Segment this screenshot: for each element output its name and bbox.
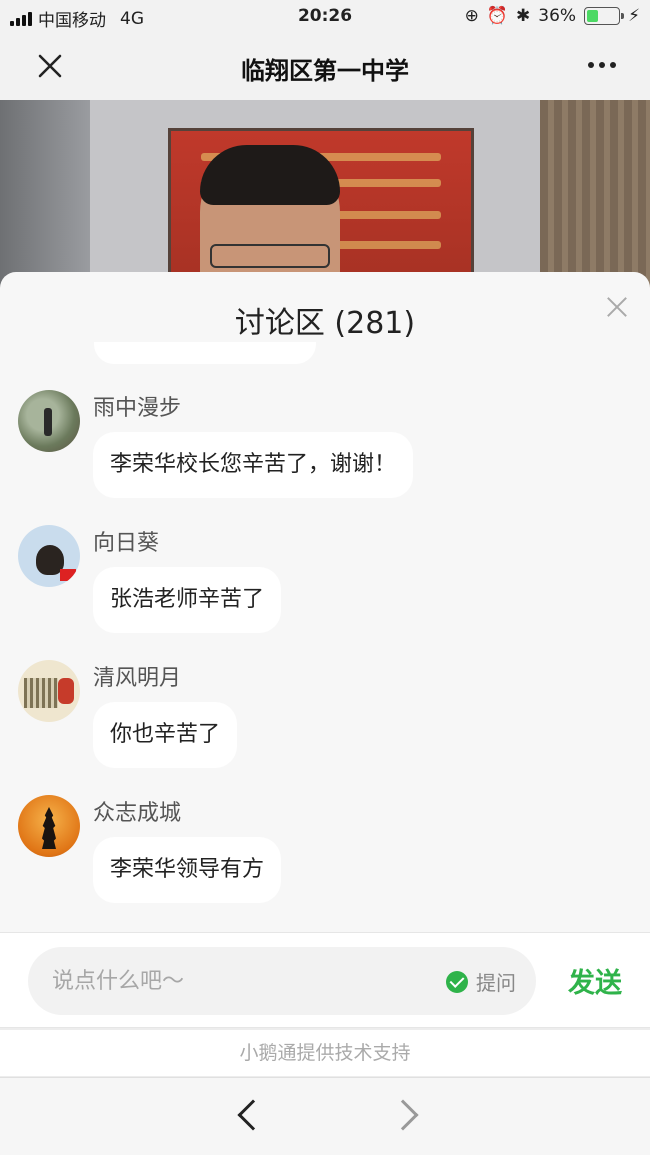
battery-percent: 36% [538, 6, 577, 26]
comment-bubble[interactable]: 你也辛苦了 [93, 702, 238, 768]
comment-bubble[interactable]: 李荣华领导有方 [93, 837, 282, 903]
bluetooth-icon: ✱ [516, 6, 531, 26]
tech-support-credit: 小鹅通提供技术支持 [0, 1030, 650, 1076]
more-icon[interactable] [588, 62, 616, 68]
close-discussion-icon[interactable] [606, 296, 628, 318]
status-bar: 中国移动 4G 20:26 ⊕ ⏰ ✱ 36% ⚡ [0, 0, 650, 34]
send-button[interactable]: 发送 [568, 961, 622, 1000]
comment-input-box[interactable]: 提问 [28, 947, 536, 1015]
comment-bubble[interactable]: 张浩老师辛苦了 [93, 567, 282, 633]
previous-message-bubble [94, 342, 316, 364]
status-right: ⊕ ⏰ ✱ 36% ⚡ [465, 6, 640, 26]
avatar[interactable] [18, 795, 80, 857]
rotation-lock-icon: ⊕ [464, 6, 479, 26]
ask-label: 提问 [476, 971, 516, 995]
comment-bubble[interactable]: 李荣华校长您辛苦了，谢谢！ [93, 432, 414, 498]
avatar[interactable] [18, 660, 80, 722]
comment-author: 向日葵 [93, 531, 160, 556]
avatar[interactable] [18, 390, 80, 452]
comment-author: 雨中漫步 [93, 396, 182, 421]
charging-icon: ⚡ [628, 6, 640, 26]
page-title: 临翔区第一中学 [241, 57, 409, 85]
avatar[interactable] [18, 525, 80, 587]
discussion-panel: 讨论区 (281) 雨中漫步 李荣华校长您辛苦了，谢谢！ 向日葵 张浩老师辛苦了… [0, 272, 650, 932]
battery-icon [584, 7, 625, 25]
discussion-title: 讨论区 (281) [234, 306, 416, 341]
back-arrow-icon[interactable] [237, 1099, 269, 1131]
live-video[interactable] [0, 100, 650, 290]
battery-fill [587, 10, 598, 22]
comment-author: 清风明月 [93, 666, 182, 691]
browser-nav [0, 1077, 650, 1155]
nav-bar: 临翔区第一中学 [0, 34, 650, 100]
ask-question-toggle[interactable]: 提问 [446, 967, 516, 996]
comment-input[interactable] [52, 947, 432, 1015]
forward-arrow-icon[interactable] [387, 1099, 419, 1131]
alarm-icon: ⏰ [486, 6, 509, 26]
comment-composer: 提问 发送 [0, 932, 650, 1028]
check-icon [446, 970, 468, 993]
comment-author: 众志成城 [93, 801, 182, 826]
